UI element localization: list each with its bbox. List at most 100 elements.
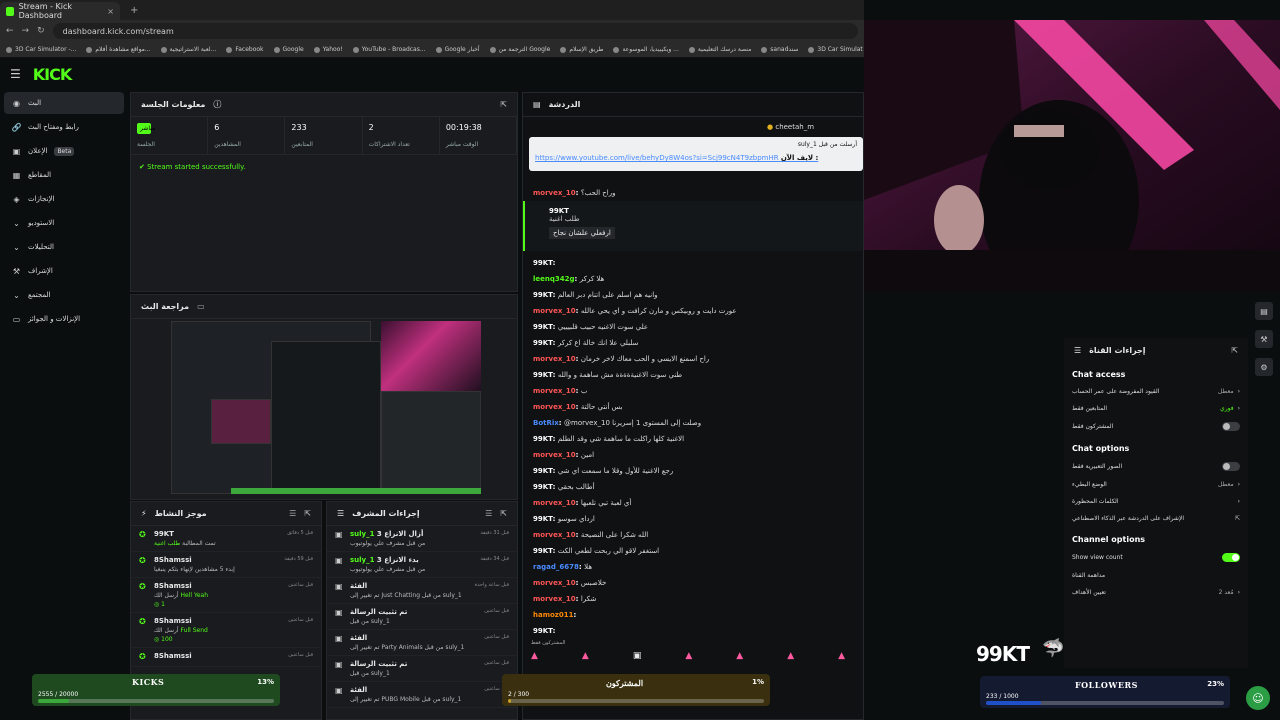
chat-message[interactable]: morvex_10: الله شكرا على النصيحة: [533, 531, 648, 539]
setting-row[interactable]: المتابعين فقط فوري ›: [1064, 400, 1248, 417]
popout-icon[interactable]: ⇱: [500, 509, 507, 518]
setting-row[interactable]: المشتركون فقط: [1064, 417, 1248, 436]
chat-username[interactable]: 99KT: [533, 339, 553, 347]
bookmark-item[interactable]: 3D Car Simulat: [808, 46, 863, 53]
popout-icon[interactable]: ⇱: [1231, 346, 1238, 355]
emote-strip[interactable]: ▲ ▲ ▣ ▲ ▲ ▲ ▲: [531, 651, 861, 665]
chat-message[interactable]: 99KT: ارداي سوسو: [533, 515, 595, 523]
pinned-link[interactable]: https://www.youtube.com/live/behyDy8W4os…: [535, 154, 857, 162]
stream-preview-video[interactable]: [171, 321, 481, 494]
settings-icon[interactable]: ⚙: [1255, 358, 1273, 376]
chat-host-name[interactable]: cheetah_m: [775, 123, 814, 131]
chat-message[interactable]: morvex_10: امين: [533, 451, 594, 459]
chat-username[interactable]: 99KT: [533, 291, 553, 299]
bookmark-item[interactable]: مواقع مشاهدة أفلام...: [86, 46, 151, 53]
chat-username[interactable]: morvex_10: [533, 451, 576, 459]
chat-message[interactable]: 99KT: استغفر لاقو الي ربحت لطعي الكت: [533, 547, 659, 555]
setting-row[interactable]: القيود المفروضة على عمر الحساب معطل ›: [1064, 383, 1248, 400]
redeem-user[interactable]: 99KT: [549, 207, 839, 215]
chat-assist-icon[interactable]: ☺: [1246, 686, 1270, 710]
setting-row[interactable]: مداهمة القناة: [1064, 567, 1248, 584]
chat-message[interactable]: morvex_10: وراح الحب؟: [533, 189, 616, 197]
setting-row[interactable]: الوضع البطيء معطل ›: [1064, 476, 1248, 493]
chat-message[interactable]: 99KT: علي سوت الاغنيه حبيب قلبيييي: [533, 323, 648, 331]
chat-message[interactable]: 99KT:: [533, 259, 555, 267]
bookmark-item[interactable]: Google: [273, 46, 304, 53]
browser-tab[interactable]: Stream - Kick Dashboard ×: [0, 2, 120, 20]
mod-action-item[interactable]: ▣ suly_1 بدء الانزاع 3 من قبل مشرف علي يول…: [327, 552, 517, 578]
sidebar-item-0[interactable]: ◉ البث: [4, 92, 124, 114]
forward-icon[interactable]: →: [22, 26, 30, 36]
chat-username[interactable]: morvex_10: [533, 355, 576, 363]
activity-item[interactable]: ✪ 8Shamssi أرسل الك Full Send ◎ 100 قبل ساعت…: [131, 613, 321, 648]
chat-message[interactable]: morvex_10: عورت دايت و روبيكس و مارن كرا…: [533, 307, 737, 315]
sidebar-item-1[interactable]: 🔗 رابط ومفتاح البث: [4, 116, 124, 138]
chat-message[interactable]: 99KT: طني سوت الاغنيةةةةة مش ساهمة و وال…: [533, 371, 682, 379]
mod-action-item[interactable]: ▣ الفئة تم تغيير إلى PUBG Mobile من قبل su…: [327, 682, 517, 708]
reload-icon[interactable]: ↻: [37, 26, 45, 36]
chat-message[interactable]: 99KT:: [533, 627, 555, 635]
chat-username[interactable]: leenq342g: [533, 275, 575, 283]
setting-row[interactable]: تعيين الأهداف مُعد 2 ›: [1064, 584, 1248, 601]
chat-message[interactable]: morvex_10: شكرا: [533, 595, 596, 603]
chat-username[interactable]: 99KT: [533, 547, 553, 555]
chat-message[interactable]: 99KT: أطالب بحقي: [533, 483, 595, 491]
popout-icon[interactable]: ⇱: [500, 100, 507, 109]
bookmark-item[interactable]: Yahoo!: [313, 46, 343, 53]
chat-username[interactable]: morvex_10: [533, 579, 576, 587]
bookmark-item[interactable]: YouTube - Broadcas...: [352, 46, 426, 53]
chat-message[interactable]: BotRix: @morvex_10 وصلت إلى المستوى 1 إس…: [533, 419, 701, 427]
chat-username[interactable]: ragad_6678: [533, 563, 579, 571]
chat-username[interactable]: morvex_10: [533, 595, 576, 603]
chat-username[interactable]: morvex_10: [533, 307, 576, 315]
chat-username[interactable]: hamoz011: [533, 611, 574, 619]
chat-message[interactable]: ragad_6678: هلا: [533, 563, 592, 571]
bookmark-item[interactable]: Facebook: [226, 46, 264, 53]
setting-toggle[interactable]: [1222, 553, 1240, 562]
bookmark-item[interactable]: منصة درسك التعليمية: [688, 46, 751, 53]
bookmark-item[interactable]: 3D Car Simulator -...: [6, 46, 76, 53]
setting-toggle[interactable]: [1222, 422, 1240, 431]
setting-row[interactable]: الإشراف على الدردشة عبر الذكاء الاصطناعي…: [1064, 510, 1248, 527]
filter-icon[interactable]: ☰: [289, 509, 296, 518]
filter-icon[interactable]: ☰: [485, 509, 492, 518]
chat-message[interactable]: leenq342g: هلا كركر: [533, 275, 604, 283]
chat-username[interactable]: 99KT: [533, 627, 553, 635]
activity-item[interactable]: ✪ 8Shamssi قبل ساعتين: [131, 648, 321, 667]
menu-icon[interactable]: ☰: [10, 67, 21, 81]
chat-username[interactable]: morvex_10: [533, 499, 576, 507]
chat-username[interactable]: morvex_10: [533, 531, 576, 539]
bookmark-item[interactable]: sanadسند: [761, 46, 798, 53]
sidebar-item-5[interactable]: ⌄ الاستوديو: [4, 212, 124, 234]
chat-username[interactable]: 99KT: [533, 435, 553, 443]
layout-icon[interactable]: ▤: [1255, 302, 1273, 320]
chat-message[interactable]: 99KT: رجع الاغنية للأول وقلا ما سمعت اي …: [533, 467, 673, 475]
close-tab-icon[interactable]: ×: [107, 7, 114, 16]
setting-row[interactable]: الكلمات المحظورة ›: [1064, 493, 1248, 510]
chat-message[interactable]: morvex_10: بس أنتي حالتة: [533, 403, 623, 411]
back-icon[interactable]: ←: [6, 26, 14, 36]
chat-username[interactable]: 99KT: [533, 259, 553, 267]
activity-item[interactable]: ✪ 8Shamssi إبدء 5 مشاهدين لإنهاء بثكم ينبغ…: [131, 552, 321, 578]
chat-message[interactable]: morvex_10: أي لعبة تبي تلعبها: [533, 499, 631, 507]
chat-username[interactable]: 99KT: [533, 483, 553, 491]
bookmark-item[interactable]: لعبة الاستراتيجية...: [160, 46, 216, 53]
chat-username[interactable]: 99KT: [533, 323, 553, 331]
chat-username[interactable]: 99KT: [533, 467, 553, 475]
setting-row[interactable]: Show view count: [1064, 548, 1248, 567]
sidebar-item-9[interactable]: ▭ الإنزالات و الجوائز: [4, 308, 124, 330]
chat-username[interactable]: morvex_10: [533, 189, 576, 197]
chat-username[interactable]: morvex_10: [533, 387, 576, 395]
activity-item[interactable]: ✪ 99KT تمت المطالبة طلب اغنية قبل 5 دقائق: [131, 526, 321, 552]
mod-action-item[interactable]: ▣ تم تثبيت الرسالة من قبل suly_1 قبل ساعتين: [327, 604, 517, 630]
chat-username[interactable]: 99KT: [533, 515, 553, 523]
wrench-icon[interactable]: ⚒: [1255, 330, 1273, 348]
chat-username[interactable]: morvex_10: [533, 403, 576, 411]
sidebar-item-3[interactable]: ▦ المقاطع: [4, 164, 124, 186]
setting-toggle[interactable]: [1222, 462, 1240, 471]
chat-username[interactable]: BotRix: [533, 419, 559, 427]
setting-row[interactable]: الصور التعبيرية فقط: [1064, 457, 1248, 476]
mod-action-item[interactable]: ▣ تم تثبيت الرسالة من قبل suly_1 قبل ساعتين: [327, 656, 517, 682]
chat-message[interactable]: morvex_10: ب: [533, 387, 587, 395]
sidebar-item-6[interactable]: ⌄ التحليلات: [4, 236, 124, 258]
